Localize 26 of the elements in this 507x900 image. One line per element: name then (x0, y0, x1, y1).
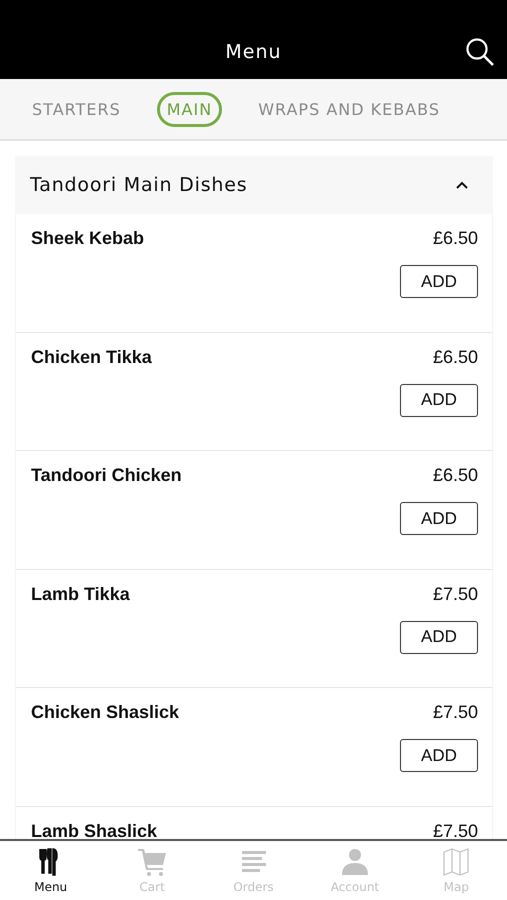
item-name: Lamb Tikka (31, 584, 130, 604)
person-icon (340, 847, 370, 877)
chevron-icon[interactable] (455, 180, 469, 190)
item-price: £6.50 (432, 228, 478, 249)
item-name: Lamb Shaslick (31, 820, 158, 839)
add-button[interactable]: ADD (400, 384, 478, 416)
item-name: Chicken Tikka (31, 346, 152, 368)
nav-tab[interactable]: Menu (0, 841, 102, 900)
cart-icon (137, 847, 168, 877)
header-title: Menu (225, 40, 282, 62)
add-button[interactable]: ADD (400, 502, 478, 535)
item-price: £6.50 (432, 346, 478, 368)
add-button[interactable]: ADD (400, 739, 478, 772)
section-title: Tandoori Main Dishes (30, 174, 248, 196)
map-icon (441, 847, 472, 877)
section-header[interactable]: Tandoori Main Dishes (15, 156, 493, 214)
add-button[interactable]: ADD (400, 265, 478, 298)
item-price: £7.50 (432, 702, 478, 723)
search-icon[interactable] (465, 37, 495, 67)
item-name: Chicken Shaslick (31, 702, 180, 723)
item-price: £7.50 (432, 820, 478, 839)
item-name: Tandoori Chicken (31, 465, 182, 486)
item-price: £6.50 (432, 465, 478, 486)
item-price: £7.50 (432, 584, 478, 604)
add-button[interactable]: ADD (400, 620, 478, 654)
item-name: Sheek Kebab (31, 228, 144, 249)
